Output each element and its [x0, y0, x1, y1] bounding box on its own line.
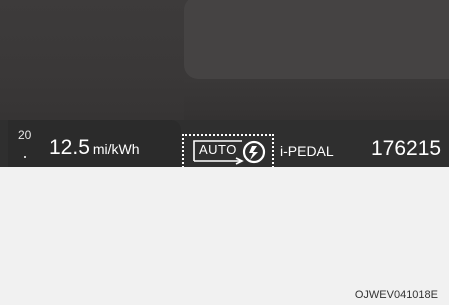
odometer-value: 176215 — [371, 137, 442, 160]
efficiency-value: 12.5 — [49, 136, 90, 159]
energy-efficiency: 12.5 mi/kWh — [49, 136, 140, 160]
partial-gauge-value: 20 — [18, 128, 32, 142]
efficiency-unit: mi/kWh — [92, 141, 140, 157]
gauge-dot — [24, 156, 26, 158]
regen-auto-indicator: AUTO — [190, 139, 268, 165]
upper-right-panel — [184, 0, 449, 79]
figure-code: OJWEV041018E — [354, 289, 438, 301]
ipedal-indicator: i-PEDAL — [280, 143, 334, 159]
panel-shadow — [184, 79, 449, 120]
page-background — [0, 167, 449, 305]
regen-mode-label: AUTO — [199, 142, 237, 157]
